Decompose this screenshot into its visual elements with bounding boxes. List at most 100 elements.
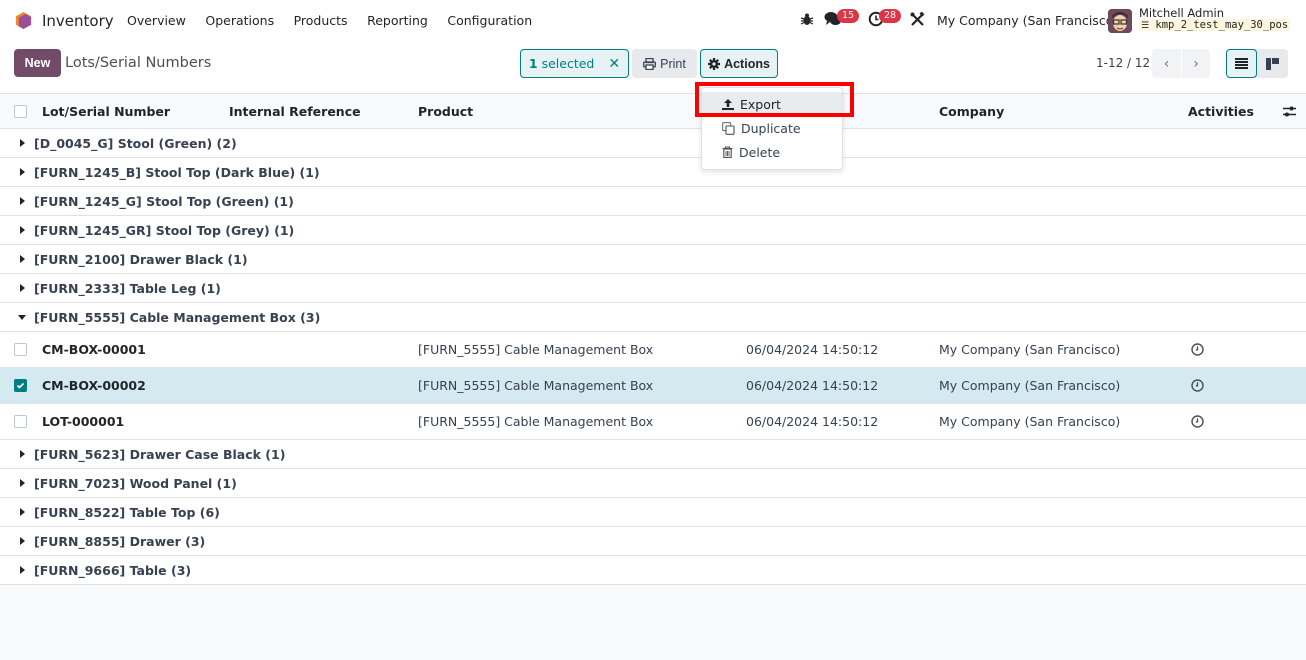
main-menu: Overview Operations Products Reporting C…: [127, 13, 552, 28]
group-row[interactable]: [FURN_2333] Table Leg (1): [0, 274, 1306, 303]
gear-icon: [708, 57, 721, 70]
group-label: [FURN_5555] Cable Management Box (3): [34, 310, 321, 325]
lots-list-table: Lot/Serial Number Internal Reference Pro…: [0, 94, 1306, 585]
product-cell: [FURN_5555] Cable Management Box: [418, 378, 654, 393]
caret-right-icon: [20, 168, 25, 176]
row-checkbox[interactable]: [14, 415, 27, 428]
created-on-cell: 06/04/2024 14:50:12: [746, 342, 879, 357]
caret-right-icon: [20, 450, 25, 458]
column-activities[interactable]: Activities: [1188, 104, 1254, 119]
group-row[interactable]: [FURN_8522] Table Top (6): [0, 498, 1306, 527]
menu-configuration[interactable]: Configuration: [447, 13, 532, 28]
activity-clock-icon[interactable]: [1191, 415, 1204, 431]
row-checkbox[interactable]: [14, 379, 27, 392]
tools-icon[interactable]: [910, 12, 925, 27]
kanban-icon: [1266, 57, 1279, 70]
group-row[interactable]: [FURN_8855] Drawer (3): [0, 527, 1306, 556]
page-title: Lots/Serial Numbers: [65, 55, 212, 71]
kanban-view-button[interactable]: [1257, 49, 1288, 78]
table-header: Lot/Serial Number Internal Reference Pro…: [0, 94, 1306, 129]
inventory-app-icon[interactable]: [14, 11, 33, 30]
pager-next-button[interactable]: ›: [1181, 49, 1210, 78]
duplicate-menu-item[interactable]: Duplicate: [702, 116, 842, 140]
group-label: [FURN_7023] Wood Panel (1): [34, 476, 237, 491]
activity-clock-icon[interactable]: [1191, 379, 1204, 395]
group-label: [FURN_5623] Drawer Case Black (1): [34, 447, 286, 462]
selected-label: selected: [541, 56, 595, 71]
view-switcher: [1226, 49, 1288, 78]
user-avatar[interactable]: [1108, 9, 1132, 33]
caret-right-icon: [20, 537, 25, 545]
group-row[interactable]: [FURN_5623] Drawer Case Black (1): [0, 440, 1306, 469]
activity-clock-icon[interactable]: [1191, 343, 1204, 359]
database-icon: ☰: [1141, 21, 1150, 31]
print-button[interactable]: Print: [632, 49, 697, 78]
pager-buttons: ‹ ›: [1152, 49, 1210, 78]
group-label: [FURN_1245_G] Stool Top (Green) (1): [34, 194, 294, 209]
group-row[interactable]: [FURN_1245_GR] Stool Top (Grey) (1): [0, 216, 1306, 245]
export-menu-item[interactable]: Export: [702, 92, 842, 116]
group-row[interactable]: [FURN_9666] Table (3): [0, 556, 1306, 585]
list-view-button[interactable]: [1226, 49, 1257, 78]
actions-dropdown: Export Duplicate Delete: [701, 87, 843, 170]
caret-right-icon: [20, 226, 25, 234]
created-on-cell: 06/04/2024 14:50:12: [746, 414, 879, 429]
group-row[interactable]: [D_0045_G] Stool (Green) (2): [0, 129, 1306, 158]
lot-serial-cell: LOT-000001: [42, 414, 125, 429]
delete-menu-item[interactable]: Delete: [702, 140, 842, 164]
group-label: [FURN_8522] Table Top (6): [34, 505, 220, 520]
lot-serial-cell: CM-BOX-00001: [42, 342, 146, 357]
actions-button[interactable]: Actions: [700, 49, 778, 78]
column-internal-reference[interactable]: Internal Reference: [229, 104, 361, 119]
list-icon: [1235, 58, 1248, 69]
top-navbar: Inventory Overview Operations Products R…: [0, 0, 1306, 41]
menu-overview[interactable]: Overview: [127, 13, 186, 28]
selection-badge[interactable]: 1 selected ✕: [520, 49, 629, 78]
menu-operations[interactable]: Operations: [205, 13, 274, 28]
caret-right-icon: [20, 255, 25, 263]
user-name[interactable]: Mitchell Admin: [1139, 6, 1224, 20]
select-all-checkbox[interactable]: [14, 105, 27, 118]
group-row[interactable]: [FURN_1245_G] Stool Top (Green) (1): [0, 187, 1306, 216]
upload-icon: [722, 98, 734, 110]
group-label: [FURN_2100] Drawer Black (1): [34, 252, 248, 267]
menu-products[interactable]: Products: [294, 13, 348, 28]
group-label: [FURN_1245_B] Stool Top (Dark Blue) (1): [34, 165, 320, 180]
group-row[interactable]: [FURN_1245_B] Stool Top (Dark Blue) (1): [0, 158, 1306, 187]
caret-right-icon: [20, 566, 25, 574]
table-row[interactable]: CM-BOX-00002 [FURN_5555] Cable Management…: [0, 368, 1306, 404]
messages-badge: 15: [837, 9, 860, 23]
company-cell: My Company (San Francisco): [939, 342, 1121, 357]
caret-right-icon: [20, 508, 25, 516]
unselect-icon[interactable]: ✕: [608, 56, 620, 72]
menu-reporting[interactable]: Reporting: [367, 13, 428, 28]
group-label: [FURN_2333] Table Leg (1): [34, 281, 221, 296]
app-name[interactable]: Inventory: [42, 12, 114, 30]
copy-icon: [722, 121, 735, 135]
selected-count: 1: [528, 56, 538, 71]
bug-icon[interactable]: [800, 12, 814, 26]
optional-columns-icon[interactable]: [1283, 105, 1296, 118]
group-row[interactable]: [FURN_7023] Wood Panel (1): [0, 469, 1306, 498]
column-lot-serial[interactable]: Lot/Serial Number: [42, 104, 170, 119]
caret-right-icon: [20, 197, 25, 205]
column-product[interactable]: Product: [418, 104, 473, 119]
caret-right-icon: [20, 479, 25, 487]
product-cell: [FURN_5555] Cable Management Box: [418, 342, 654, 357]
table-row[interactable]: LOT-000001 [FURN_5555] Cable Management B…: [0, 404, 1306, 440]
pager-previous-button[interactable]: ‹: [1152, 49, 1181, 78]
group-label: [FURN_1245_GR] Stool Top (Grey) (1): [34, 223, 295, 238]
column-company[interactable]: Company: [939, 104, 1004, 119]
row-checkbox[interactable]: [14, 343, 27, 356]
pager-value[interactable]: 1-12 / 12: [1096, 56, 1150, 70]
control-panel: New Lots/Serial Numbers 1 selected ✕ Pri…: [0, 41, 1306, 94]
table-row[interactable]: CM-BOX-00001 [FURN_5555] Cable Management…: [0, 332, 1306, 368]
group-row[interactable]: [FURN_2100] Drawer Black (1): [0, 245, 1306, 274]
group-row[interactable]: [FURN_5555] Cable Management Box (3): [0, 303, 1306, 332]
database-name: ☰ kmp_2_test_may_30_pos: [1139, 19, 1291, 31]
product-cell: [FURN_5555] Cable Management Box: [418, 414, 654, 429]
caret-down-icon: [18, 315, 26, 320]
company-switcher[interactable]: My Company (San Francisco): [937, 13, 1118, 28]
printer-icon: [643, 57, 657, 70]
new-button[interactable]: New: [14, 49, 61, 77]
